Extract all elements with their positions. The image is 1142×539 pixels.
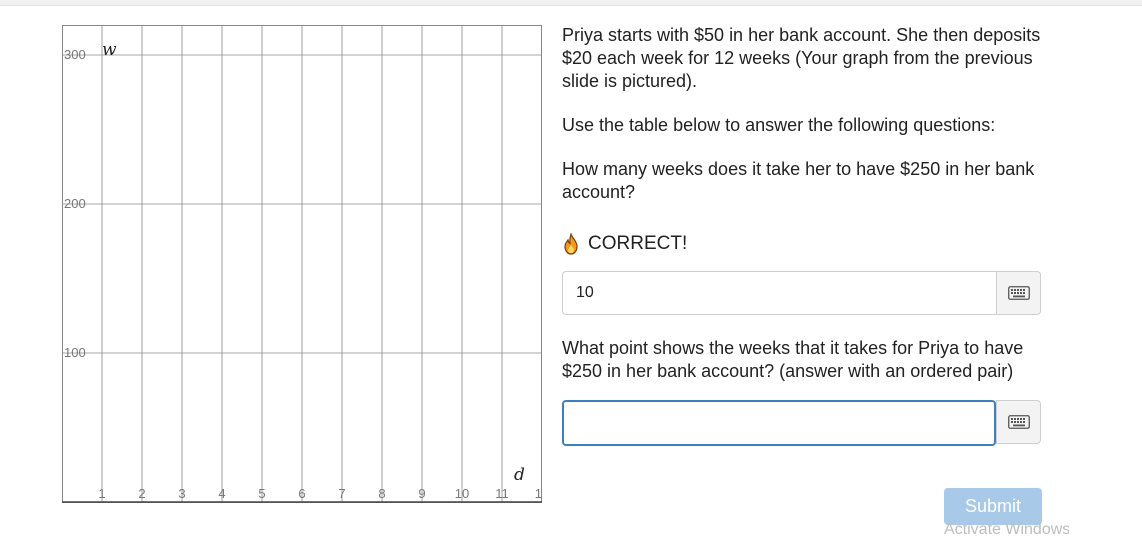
y-tick-label: 300 — [64, 47, 86, 62]
problem-intro: Priya starts with $50 in her bank accoun… — [562, 25, 1041, 91]
answer-1-input[interactable]: 10 — [562, 271, 996, 315]
x-tick-label: 1 — [98, 486, 105, 501]
feedback-text: CORRECT! — [588, 233, 688, 254]
x-tick-label: 10 — [455, 486, 469, 501]
x-tick-label: 4 — [218, 486, 225, 501]
question-2: What point shows the weeks that it takes… — [562, 338, 1024, 381]
keyboard-button[interactable] — [996, 271, 1041, 315]
x-tick-label: 12 — [535, 486, 542, 501]
answer-1-field: 10 — [562, 271, 1041, 315]
question-panel: Priya starts with $50 in her bank accoun… — [562, 24, 1042, 446]
x-tick-label: 6 — [298, 486, 305, 501]
top-bar — [0, 0, 1142, 6]
x-tick-label: 8 — [378, 486, 385, 501]
x-tick-label: 7 — [338, 486, 345, 501]
problem-instruction: Use the table below to answer the follow… — [562, 115, 996, 135]
answer-2-field — [562, 400, 1041, 446]
activate-windows-watermark: Activate Windows — [944, 521, 1069, 538]
keyboard-button-2[interactable] — [996, 400, 1041, 444]
y-axis-variable: w — [102, 40, 117, 60]
submit-button[interactable]: Submit — [944, 488, 1042, 525]
flame-icon — [564, 233, 578, 255]
keyboard-icon — [1007, 415, 1030, 429]
x-tick-label: 2 — [138, 486, 145, 501]
x-tick-label: 9 — [418, 486, 425, 501]
x-axis-variable: d — [514, 465, 525, 485]
coordinate-grid[interactable]: 123456789101112100200300wd — [62, 25, 542, 503]
x-tick-label: 11 — [495, 486, 509, 501]
question-1: How many weeks does it take her to have … — [562, 159, 1035, 202]
x-tick-label: 5 — [258, 486, 265, 501]
graph[interactable]: 123456789101112100200300wd — [62, 25, 542, 503]
keyboard-icon — [1007, 286, 1030, 300]
y-tick-label: 200 — [64, 196, 86, 211]
answer-2-input[interactable] — [562, 400, 996, 446]
y-tick-label: 100 — [64, 345, 86, 360]
x-tick-label: 3 — [178, 486, 185, 501]
feedback-message: CORRECT! — [562, 231, 1042, 257]
